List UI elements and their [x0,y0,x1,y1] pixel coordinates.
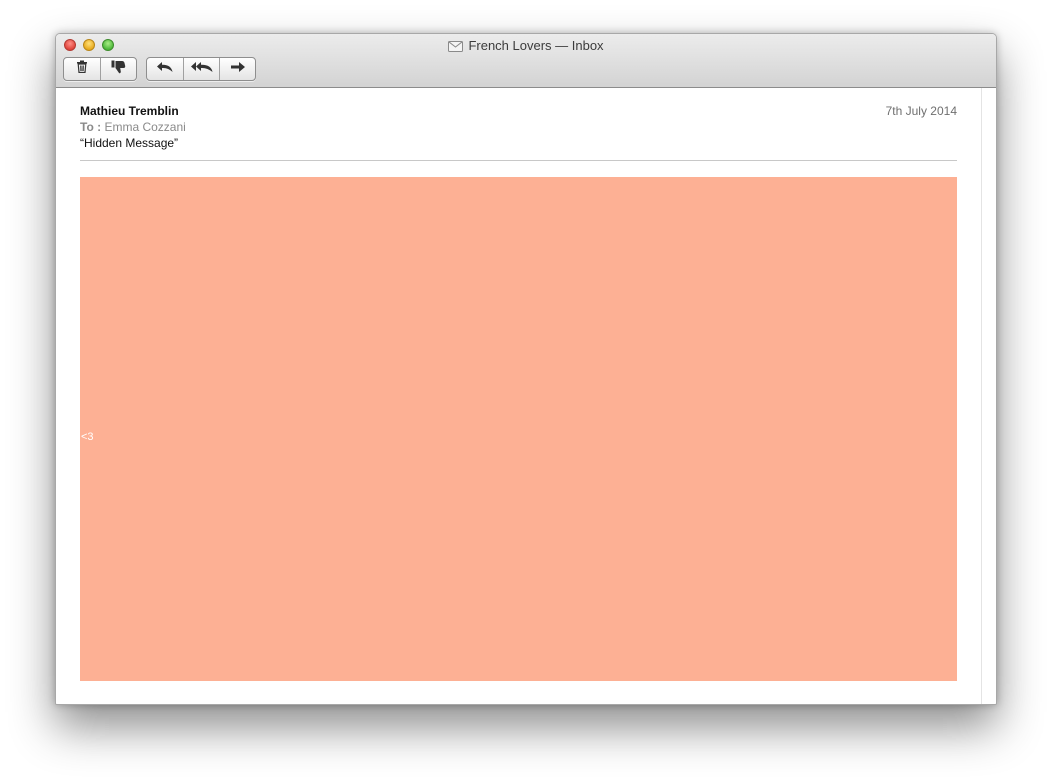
reply-all-button[interactable] [183,58,219,80]
delete-button[interactable] [64,58,100,80]
envelope-icon [448,40,464,56]
recipient-line: To : Emma Cozzani [80,120,186,134]
scroll-gutter[interactable] [981,88,996,704]
reply-forward-group [146,57,256,81]
message-body-block: <3 [80,177,957,681]
header-divider [80,160,957,161]
message-date: 7th July 2014 [885,104,957,118]
forward-button[interactable] [219,58,255,80]
reply-arrow-icon [156,60,174,78]
trash-icon [76,60,88,78]
sender-name: Mathieu Tremblin [80,104,179,118]
message-subject: “Hidden Message” [80,136,179,150]
to-label: To : [80,120,102,134]
junk-button[interactable] [100,58,136,80]
delete-junk-group [63,57,137,81]
forward-arrow-icon [230,60,246,78]
hidden-message-text: <3 [81,431,94,443]
window-title-text: French Lovers — Inbox [468,38,604,53]
window-title: French Lovers — Inbox [56,38,996,56]
mail-window: French Lovers — Inbox Mathieu Tremblin 7… [55,33,997,705]
thumbs-down-icon [111,60,126,79]
recipient-name: Emma Cozzani [101,120,186,134]
reply-button[interactable] [147,58,183,80]
reply-all-arrow-icon [190,60,214,78]
title-bar[interactable]: French Lovers — Inbox [56,34,996,88]
